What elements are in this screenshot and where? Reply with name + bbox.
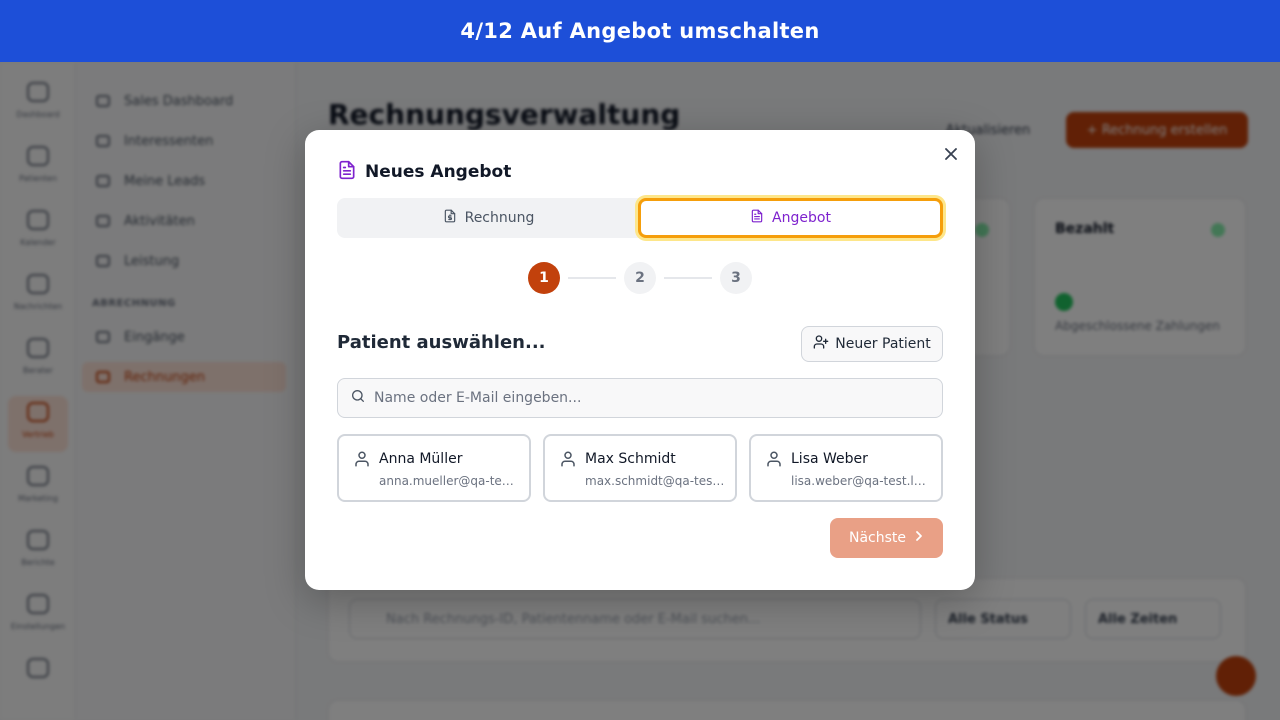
dialog-title: Neues Angebot: [365, 162, 512, 182]
step-indicator: 1 2 3: [528, 262, 752, 294]
new-patient-button[interactable]: Neuer Patient: [801, 326, 943, 362]
document-icon: [337, 160, 357, 184]
step-banner: 4/12 Auf Angebot umschalten: [0, 0, 1280, 62]
user-icon: [353, 450, 371, 472]
user-icon: [765, 450, 783, 472]
tab-label: Rechnung: [464, 210, 535, 226]
next-label: Nächste: [848, 530, 907, 546]
step-connector: [664, 277, 712, 279]
new-patient-label: Neuer Patient: [835, 336, 931, 352]
patient-email: anna.mueller@qa-test.local: [379, 474, 519, 488]
step-1: 1: [528, 262, 560, 294]
document-icon: [750, 208, 772, 228]
patient-card[interactable]: Max Schmidt max.schmidt@qa-test.local: [543, 434, 737, 502]
user-plus-icon: [813, 334, 835, 354]
patient-name: Lisa Weber: [791, 451, 868, 467]
section-title: Patient auswählen...: [337, 332, 546, 353]
next-button[interactable]: Nächste: [830, 518, 943, 558]
step-2: 2: [624, 262, 656, 294]
tab-angebot[interactable]: Angebot: [638, 198, 943, 238]
patient-search: [337, 378, 943, 418]
patient-card[interactable]: Anna Müller anna.mueller@qa-test.local: [337, 434, 531, 502]
patient-search-input[interactable]: [374, 390, 914, 406]
chevron-right-icon: [906, 530, 924, 546]
patient-email: max.schmidt@qa-test.local: [585, 474, 725, 488]
new-offer-dialog: Neues Angebot Rechnung Angebot 1 2 3 Pat…: [305, 130, 975, 590]
search-icon: [338, 388, 366, 408]
patient-name: Anna Müller: [379, 451, 463, 467]
tab-label: Angebot: [772, 210, 831, 226]
dialog-header: Neues Angebot: [337, 160, 511, 184]
user-icon: [559, 450, 577, 472]
step-3: 3: [720, 262, 752, 294]
patient-name: Max Schmidt: [585, 451, 676, 467]
close-icon[interactable]: [941, 144, 961, 164]
invoice-icon: [443, 208, 465, 228]
tab-rechnung[interactable]: Rechnung: [337, 198, 640, 238]
step-connector: [568, 277, 616, 279]
patient-email: lisa.weber@qa-test.local: [791, 474, 931, 488]
document-type-tabs: Rechnung Angebot: [337, 198, 943, 238]
patient-card[interactable]: Lisa Weber lisa.weber@qa-test.local: [749, 434, 943, 502]
